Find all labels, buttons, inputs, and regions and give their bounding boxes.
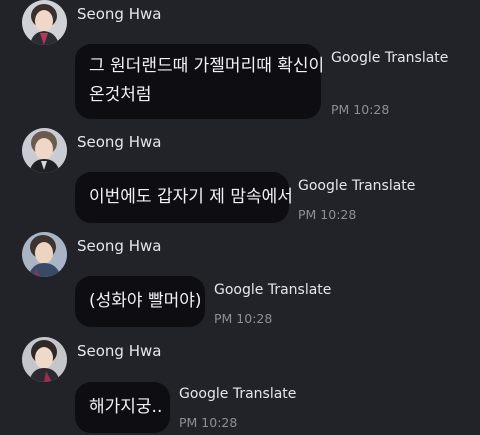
message-text-line: 해가지궁.. [89,397,163,417]
sender-name: Seong Hwa [77,5,162,23]
message-text-line: 그 원더랜드때 가젤머리때 확신이 [89,56,325,76]
message-timestamp: PM 10:28 [298,207,357,222]
message-text-line: 온것처럼 [89,85,152,105]
google-translate-link[interactable]: Google Translate [179,385,296,403]
google-translate-link[interactable]: Google Translate [298,177,415,195]
google-translate-link[interactable]: Google Translate [214,281,331,299]
message-bubble[interactable]: 그 원더랜드때 가젤머리때 확신이 온것처럼 [75,44,325,119]
message-bubble[interactable]: 해가지궁.. [75,382,170,433]
avatar[interactable] [22,232,67,277]
message-timestamp: PM 10:28 [331,102,390,117]
google-translate-link[interactable]: Google Translate [331,49,448,67]
message-text-line: (성화야 빨머야) [89,291,202,311]
avatar[interactable] [22,337,67,382]
message-timestamp: PM 10:28 [214,311,273,326]
sender-name: Seong Hwa [77,133,162,151]
message-bubble[interactable]: 이번에도 갑자기 제 맘속에서 [75,172,293,223]
message-timestamp: PM 10:28 [179,415,238,430]
avatar[interactable] [22,128,67,173]
message-bubble[interactable]: (성화야 빨머야) [75,276,205,327]
sender-name: Seong Hwa [77,237,162,255]
sender-name: Seong Hwa [77,342,162,360]
message-text-line: 이번에도 갑자기 제 맘속에서 [89,187,293,207]
avatar[interactable] [22,0,67,45]
